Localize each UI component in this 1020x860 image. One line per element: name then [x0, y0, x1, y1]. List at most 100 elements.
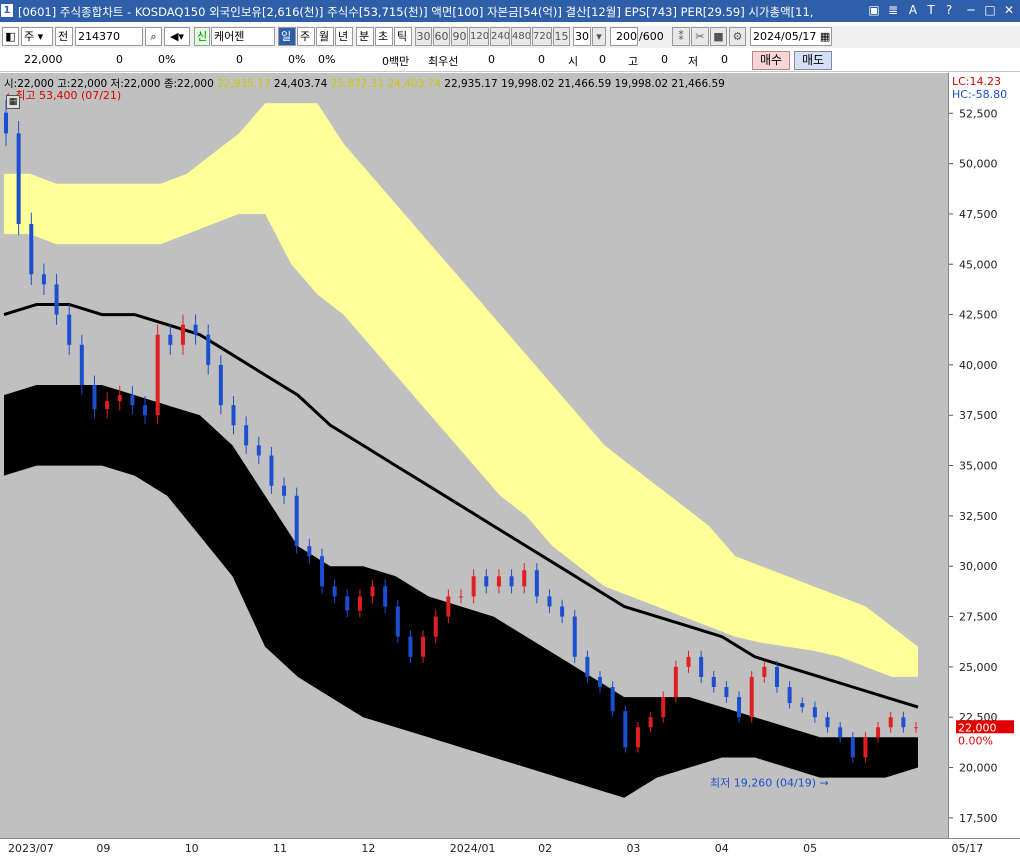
candle-body: [484, 576, 489, 587]
y-tick-label: 37,500: [959, 409, 998, 422]
rate-value: 0%: [158, 53, 176, 66]
price-chart[interactable]: ←최고 53,400 (07/21) 최저 19,260 (04/19) →: [0, 73, 948, 838]
candle-body: [572, 616, 577, 657]
interval-90[interactable]: 90: [451, 27, 468, 46]
candle-body: [345, 596, 350, 611]
interval-dropdown[interactable]: ▾: [592, 27, 606, 46]
candle-body: [92, 385, 97, 410]
tab-day[interactable]: 일: [278, 27, 296, 46]
interval-15[interactable]: 15: [553, 27, 570, 46]
y-tick-label: 17,500: [959, 812, 998, 825]
tab-week[interactable]: 주: [297, 27, 315, 46]
y-tick-label: 32,500: [959, 510, 998, 523]
sound-icon[interactable]: ◀▾: [164, 27, 190, 46]
tab-minute[interactable]: 분: [356, 27, 374, 46]
interval-60[interactable]: 60: [433, 27, 450, 46]
help-icon[interactable]: ?: [942, 3, 956, 17]
restore-layout-icon[interactable]: ▣: [867, 3, 881, 17]
y-tick-label: 27,500: [959, 611, 998, 624]
font-size-icon[interactable]: A: [906, 3, 920, 17]
volume-rate-value: 0%: [288, 53, 306, 66]
legend-lines: 22,935.17 19,998.02 21,466.59 19,998.02 …: [444, 78, 725, 90]
scissors-icon[interactable]: ✂: [691, 27, 709, 46]
current-rate-label: 0.00%: [958, 734, 993, 747]
date-input[interactable]: 2024/05/17 ▦: [750, 27, 832, 46]
interval-720[interactable]: 720: [532, 27, 552, 46]
candle-body: [901, 717, 906, 728]
list-icon[interactable]: ≣: [886, 3, 900, 17]
priority-label: 최우선: [428, 55, 459, 68]
candle-body: [180, 324, 185, 345]
market-selector[interactable]: 전: [55, 27, 73, 46]
candle-body: [496, 576, 501, 587]
search-icon[interactable]: ⌕: [145, 27, 162, 46]
candle-body: [598, 676, 603, 688]
count-input[interactable]: 200: [610, 27, 638, 46]
y-tick-label: 40,000: [959, 359, 998, 372]
y-axis-panel: 52,500 50,000 47,500 45,000 42,500 40,000 37,5…: [948, 73, 1020, 838]
chart-settings-icon[interactable]: ▦: [6, 95, 20, 109]
candle-body: [143, 405, 148, 416]
save-icon[interactable]: ■: [710, 27, 727, 46]
tab-year[interactable]: 년: [335, 27, 353, 46]
layout-icon[interactable]: ◧: [2, 27, 19, 46]
hc-indicator: HC:-58.80: [952, 88, 1008, 101]
tab-month[interactable]: 월: [316, 27, 334, 46]
open-label: 시: [568, 55, 579, 68]
candle-body: [105, 401, 110, 410]
candle-body: [395, 606, 400, 637]
candle-body: [408, 636, 413, 657]
candle-body: [888, 717, 893, 728]
candle-body: [560, 606, 565, 617]
maximize-icon[interactable]: □: [983, 3, 997, 17]
candle-body: [168, 334, 173, 345]
stock-code-input[interactable]: 214370: [75, 27, 143, 46]
candle-body: [547, 596, 552, 607]
candle-body: [294, 495, 299, 547]
candle-body: [421, 636, 426, 657]
stock-name-field: 케어젠: [211, 27, 275, 46]
interval-input[interactable]: 30: [573, 27, 591, 46]
count-total: /600: [639, 30, 664, 43]
candle-body: [319, 556, 324, 587]
buy-button[interactable]: 매수: [752, 51, 790, 70]
open-value: 0: [599, 53, 606, 66]
interval-30[interactable]: 30: [415, 27, 432, 46]
candle-body: [193, 324, 198, 335]
price-chart-area[interactable]: ←최고 53,400 (07/21) 최저 19,260 (04/19) →: [0, 73, 948, 838]
x-axis: 2023/07 09 10 11 12 2024/01 02 03 04 05 05/17: [8, 842, 983, 855]
sell-button[interactable]: 매도: [794, 51, 832, 70]
close-icon[interactable]: ✕: [1002, 3, 1016, 17]
candle-body: [762, 666, 767, 677]
gear-icon[interactable]: ⚙: [729, 27, 746, 46]
change-value: 0: [116, 53, 123, 66]
candle-body: [357, 596, 362, 611]
amount-value: 0백만: [382, 55, 410, 68]
high-annotation: ←최고 53,400 (07/21): [6, 89, 121, 102]
text-icon[interactable]: T: [924, 3, 938, 17]
interval-480[interactable]: 480: [511, 27, 531, 46]
interval-240[interactable]: 240: [490, 27, 510, 46]
period-selector[interactable]: 주 ▾: [21, 27, 53, 46]
minimize-icon[interactable]: ─: [964, 3, 978, 17]
tab-tick[interactable]: 틱: [394, 27, 412, 46]
candle-body: [648, 717, 653, 728]
candle-body: [699, 656, 704, 677]
candle-body: [446, 596, 451, 617]
candle-body: [370, 586, 375, 597]
low-label: 저: [688, 55, 699, 68]
candle-body: [383, 586, 388, 607]
candle-body: [686, 656, 691, 667]
candle-body: [774, 666, 779, 688]
chart-legend: 시:22,000 고:22,000 저:22,000 종:22,000 22,9…: [4, 76, 725, 91]
y-axis: 52,500 50,000 47,500 45,000 42,500 40,000 37,5…: [949, 107, 1014, 825]
candle-body: [838, 727, 843, 738]
candle-body: [54, 284, 59, 315]
x-tick-label: 11: [273, 842, 287, 855]
candle-body: [155, 334, 160, 416]
candle-body: [534, 570, 539, 597]
tools-icon[interactable]: ⁑: [672, 27, 690, 46]
tab-second[interactable]: 초: [375, 27, 393, 46]
interval-120[interactable]: 120: [469, 27, 489, 46]
x-tick-label: 2024/01: [450, 842, 496, 855]
